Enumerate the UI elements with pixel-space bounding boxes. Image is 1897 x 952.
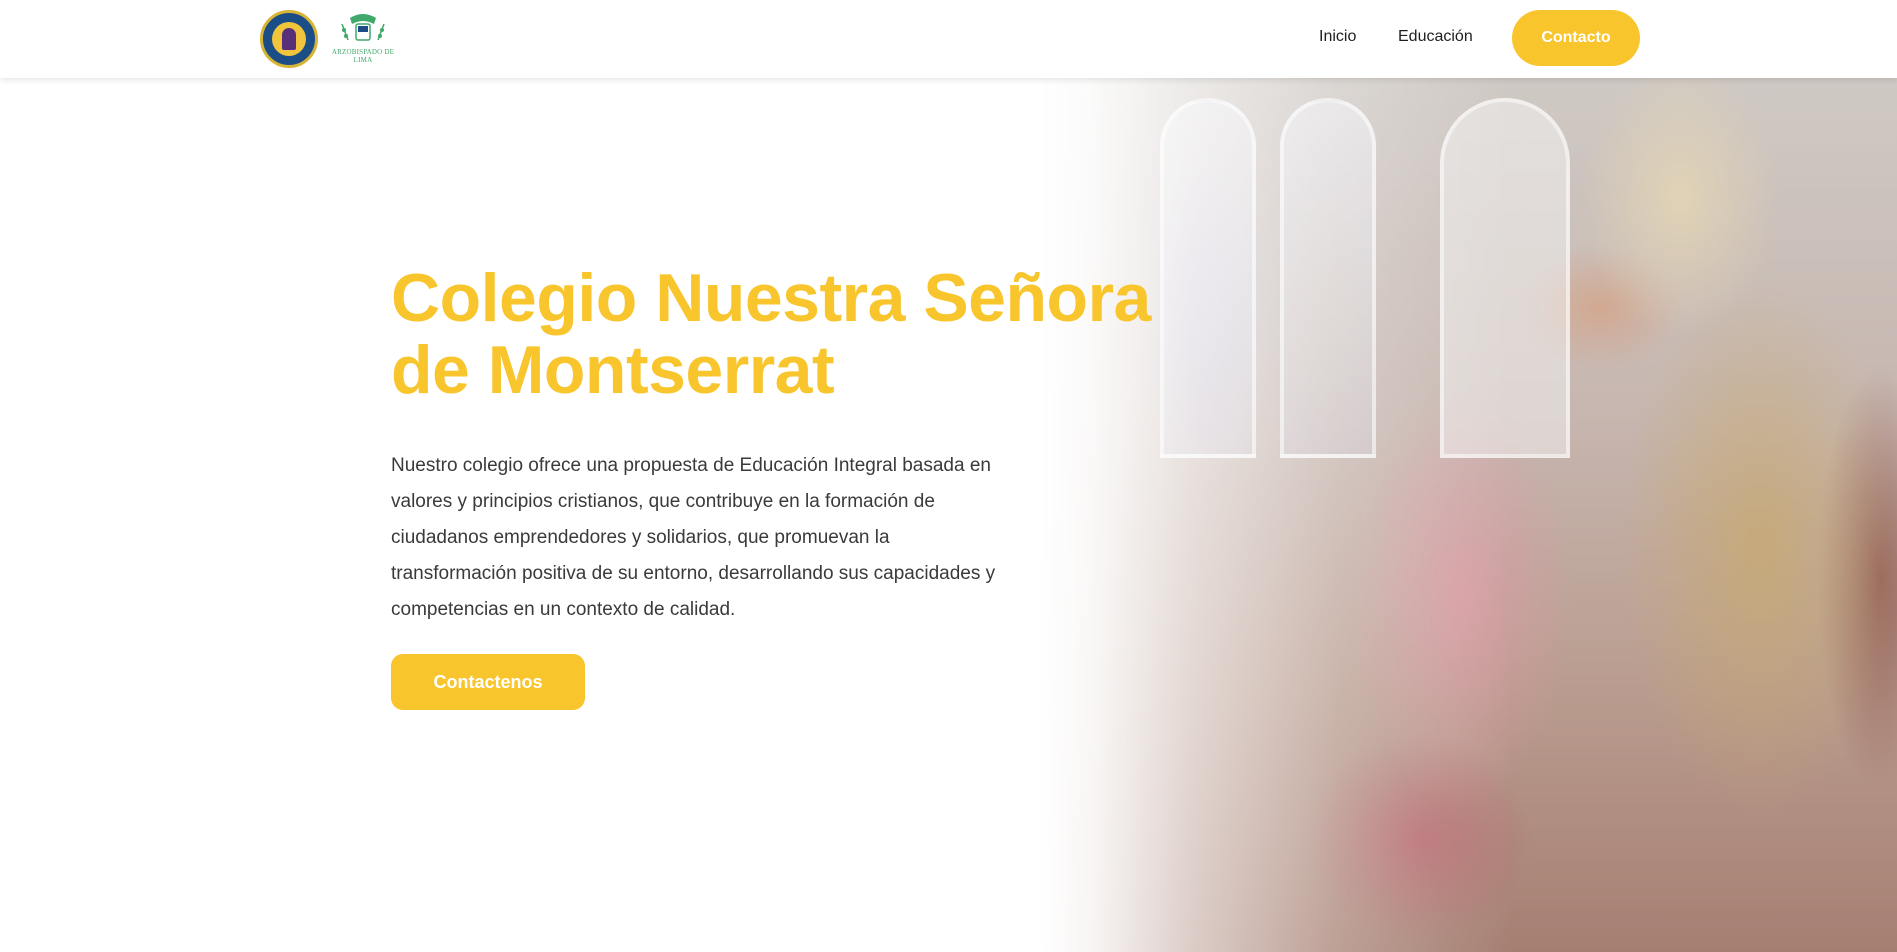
archdiocese-logo-text: ARZOBISPADO DE LIMA	[331, 48, 395, 64]
hero-photo-fade	[1040, 78, 1897, 952]
hero-title: Colegio Nuestra Señora de Montserrat	[391, 262, 1211, 406]
school-crest-icon	[272, 22, 306, 56]
nav-educacion[interactable]: Educación	[1398, 28, 1473, 46]
archdiocese-logo[interactable]: ARZOBISPADO DE LIMA	[330, 10, 396, 66]
hero-description: Nuestro colegio ofrece una propuesta de …	[391, 455, 996, 620]
hero-title-line2: de Montserrat	[391, 332, 835, 408]
nav-inicio[interactable]: Inicio	[1319, 28, 1356, 46]
school-logo-icon[interactable]	[260, 10, 318, 68]
site-header: ARZOBISPADO DE LIMA Inicio Educación Con…	[0, 0, 1897, 78]
contactenos-button[interactable]: Contactenos	[391, 654, 585, 710]
hero-title-line1: Colegio Nuestra Señora	[391, 260, 1151, 336]
nav-contacto-button[interactable]: Contacto	[1512, 10, 1640, 66]
archdiocese-crest-icon	[341, 14, 385, 41]
